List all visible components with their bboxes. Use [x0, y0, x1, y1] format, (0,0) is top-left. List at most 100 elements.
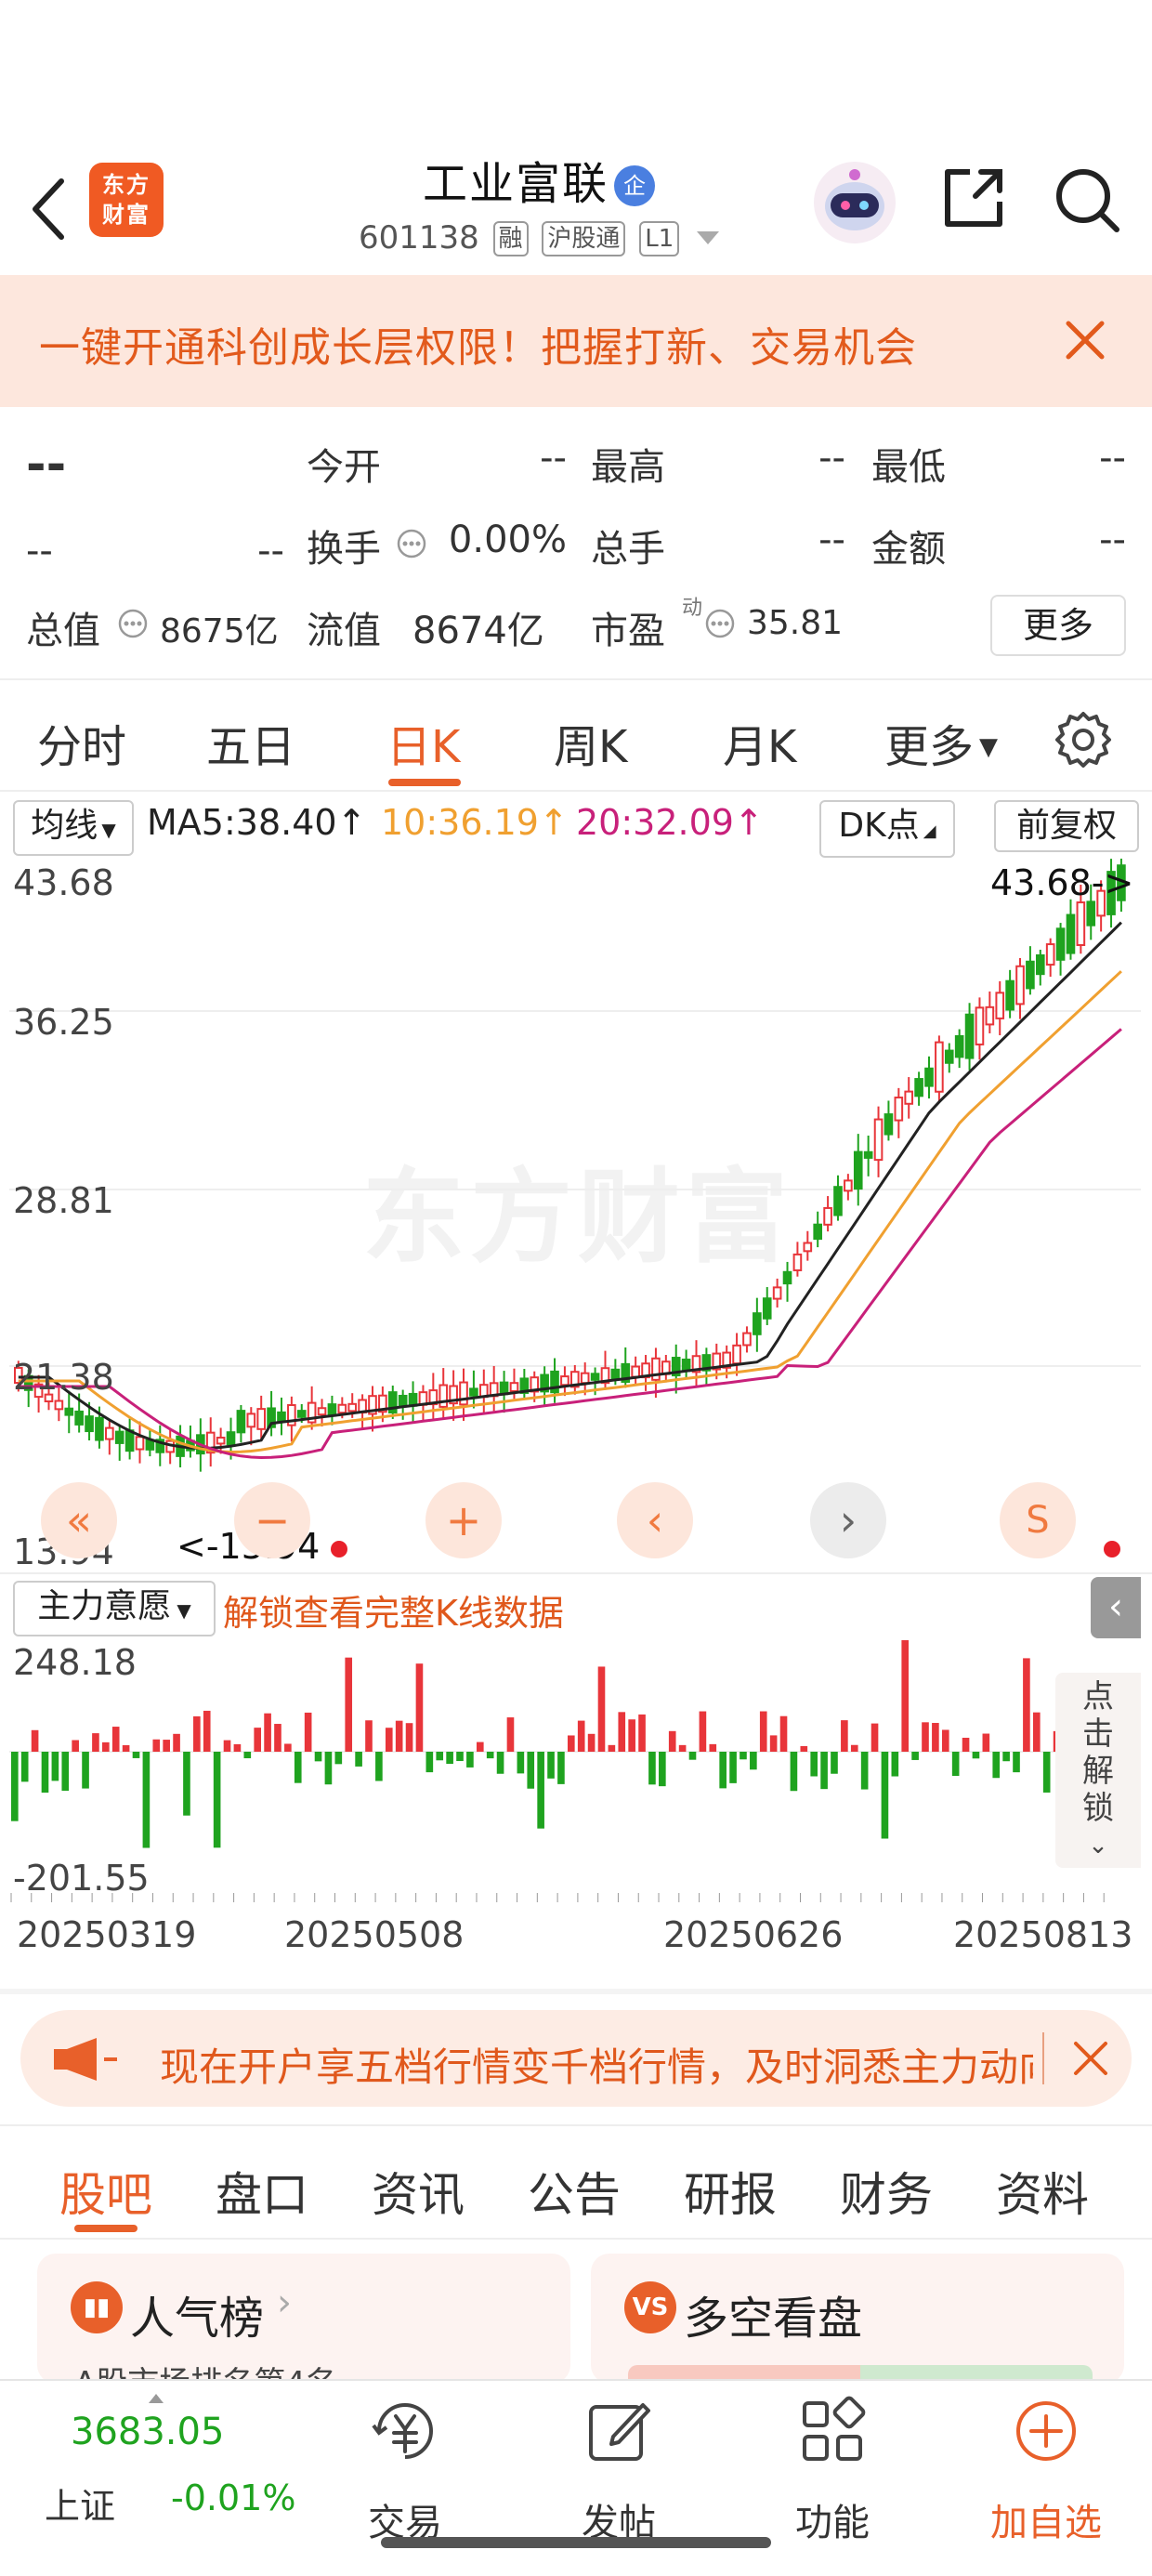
high-value: --: [818, 437, 845, 480]
share-icon[interactable]: [938, 163, 1009, 233]
promo-text[interactable]: 现在开户享五档行情变千档行情，及时洞悉主力动向: [160, 2036, 1033, 2093]
tab-monthly-k[interactable]: 月K: [723, 710, 796, 775]
force-bar: [436, 1752, 444, 1761]
float-cap-label: 流值: [307, 610, 381, 652]
date-label: 20250319: [17, 1914, 197, 1955]
permission-banner[interactable]: 一键开通科创成长层权限！把握打新、交易机会: [0, 275, 1152, 407]
force-bar: [608, 1744, 616, 1752]
unlock-kline-link[interactable]: 解锁查看完整K线数据: [223, 1584, 564, 1636]
more-button[interactable]: 更多: [990, 595, 1126, 656]
force-bar: [385, 1728, 393, 1752]
search-icon[interactable]: [1050, 163, 1124, 237]
candle-body: [509, 1382, 519, 1392]
popularity-card[interactable]: ▮▮ 人气榜 › A股市场排名第4名: [37, 2254, 570, 2402]
tab-weekly-k[interactable]: 周K: [554, 710, 627, 775]
shanghai-connect-tag: 沪股通: [542, 221, 626, 256]
dk-point-toggle[interactable]: DK点 ◢: [819, 800, 955, 858]
info-dots-icon[interactable]: [117, 608, 149, 639]
force-bar: [517, 1752, 525, 1774]
force-bar: [415, 1663, 424, 1752]
index-change[interactable]: -0.01%: [171, 2477, 295, 2518]
tab-news[interactable]: 资讯: [372, 2158, 465, 2225]
tab-five-day[interactable]: 五日: [206, 710, 295, 775]
add-watchlist-label[interactable]: 加自选: [981, 2492, 1111, 2546]
tab-more[interactable]: 更多 ▼: [884, 710, 998, 775]
force-bar: [932, 1723, 939, 1752]
force-bar: [820, 1752, 828, 1790]
force-bar: [11, 1752, 19, 1821]
force-bar: [163, 1740, 170, 1752]
force-bar: [506, 1717, 515, 1752]
move-right-button[interactable]: ›: [810, 1482, 886, 1558]
force-bar: [264, 1713, 271, 1752]
tab-order-book[interactable]: 盘口: [216, 2158, 308, 2225]
force-bar: [901, 1640, 910, 1752]
close-icon[interactable]: [1059, 314, 1111, 366]
force-bar: [668, 1730, 676, 1752]
candlestick-chart[interactable]: 东方财富 43.68 36.25 28.81 21.38 13.94 43.68…: [9, 855, 1141, 1572]
tab-intraday[interactable]: 分时: [37, 710, 126, 775]
force-bar: [395, 1720, 403, 1752]
trade-yen-icon[interactable]: [368, 2394, 442, 2468]
candle-body: [853, 1150, 863, 1190]
ma5-value: MA5:38.40↑: [147, 802, 367, 843]
function-label[interactable]: 功能: [780, 2492, 884, 2546]
ai-assistant-robot-icon[interactable]: [810, 158, 899, 247]
gear-icon[interactable]: [1052, 708, 1115, 771]
event-dot[interactable]: [1104, 1541, 1120, 1557]
volume-value: --: [818, 519, 845, 561]
long-short-card[interactable]: VS 多空看盘: [591, 2254, 1124, 2384]
tab-financials[interactable]: 财务: [840, 2158, 933, 2225]
amount-value: --: [1099, 519, 1126, 561]
info-dots-icon[interactable]: [704, 608, 736, 639]
collapse-arrow-icon[interactable]: ‹: [1091, 1577, 1141, 1638]
force-bar: [20, 1752, 29, 1782]
force-bar: [922, 1722, 929, 1752]
zoom-out-button[interactable]: −: [234, 1482, 310, 1558]
dk-signal-icon[interactable]: S: [1000, 1482, 1076, 1558]
adjust-mode-button[interactable]: 前复权: [994, 800, 1139, 852]
tab-stock-forum[interactable]: 股吧: [59, 2158, 152, 2225]
tab-profile[interactable]: 资料: [996, 2158, 1089, 2225]
move-left-button[interactable]: ‹: [617, 1482, 693, 1558]
account-promo-bar[interactable]: 现在开户享五档行情变千档行情，及时洞悉主力动向: [20, 2010, 1132, 2107]
candle-body: [894, 1097, 904, 1122]
banner-text[interactable]: 一键开通科创成长层权限！把握打新、交易机会: [39, 314, 917, 374]
info-dots-icon[interactable]: [396, 528, 427, 559]
app-logo[interactable]: 东方 财富: [89, 163, 164, 237]
force-bar: [122, 1745, 130, 1752]
force-bar: [951, 1752, 960, 1776]
tab-research[interactable]: 研报: [684, 2158, 777, 2225]
force-bar: [213, 1752, 221, 1848]
add-watchlist-icon[interactable]: [1009, 2394, 1083, 2468]
close-icon[interactable]: [1070, 2038, 1111, 2079]
index-name[interactable]: 上证: [45, 2477, 115, 2529]
float-cap-value: 8674亿: [412, 610, 544, 652]
zoom-in-button[interactable]: +: [425, 1482, 502, 1558]
expand-up-icon[interactable]: [149, 2394, 164, 2403]
click-unlock-side-button[interactable]: 点击解锁 ⌄: [1055, 1673, 1141, 1868]
dropdown-triangle-icon[interactable]: [697, 231, 720, 244]
candle-body: [590, 1373, 600, 1381]
tab-announcements[interactable]: 公告: [528, 2158, 621, 2225]
index-value[interactable]: 3683.05: [71, 2411, 224, 2453]
post-edit-icon[interactable]: [582, 2394, 656, 2468]
tab-daily-k[interactable]: 日K: [386, 710, 460, 775]
candle-body: [236, 1410, 246, 1434]
force-bar: [51, 1752, 59, 1781]
stock-title-block[interactable]: 工业富联企 601138 融 沪股通 L1: [279, 147, 799, 256]
y-axis-label: 28.81: [13, 1180, 114, 1221]
event-dot[interactable]: [331, 1541, 347, 1557]
candle-body: [105, 1426, 114, 1440]
divider: [0, 678, 1152, 680]
back-arrow-icon[interactable]: [26, 172, 72, 246]
function-grid-icon[interactable]: [795, 2394, 870, 2468]
ma-select[interactable]: 均线 ▼: [13, 800, 134, 856]
indicator-select[interactable]: 主力意愿 ▼: [13, 1581, 216, 1636]
candle-body: [813, 1223, 823, 1241]
rewind-fast-button[interactable]: «: [41, 1482, 117, 1558]
force-bar: [142, 1752, 151, 1848]
candle-body: [1086, 900, 1096, 927]
main-force-bar-chart[interactable]: 248.18 -201.55: [9, 1640, 1141, 1902]
open-label: 今开: [307, 446, 381, 489]
